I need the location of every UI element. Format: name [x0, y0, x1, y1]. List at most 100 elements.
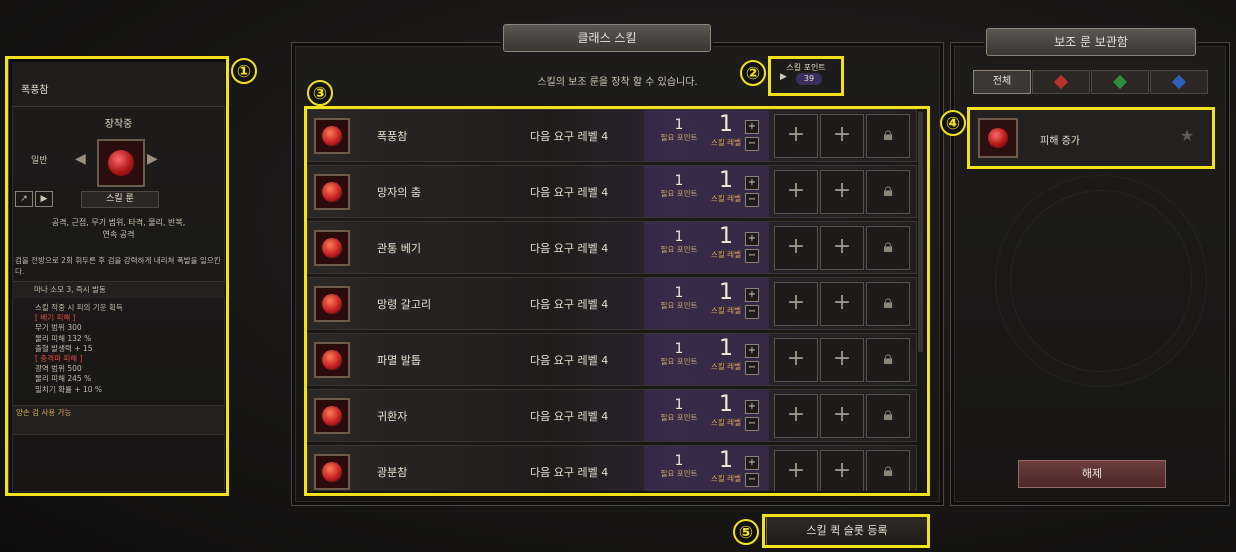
skill-detail-title: 폭풍참 — [21, 85, 49, 96]
required-points: 1 필요 포인트 — [654, 173, 704, 199]
level-plus-button[interactable]: + — [745, 344, 759, 358]
rune-label: 스킬 룬 — [81, 191, 159, 208]
level-plus-button[interactable]: + — [745, 400, 759, 414]
level-value: 1 — [719, 336, 733, 361]
points-label: 필요 포인트 — [660, 469, 698, 478]
rune-slot-add-button[interactable]: + — [774, 114, 818, 158]
stat-line: 스킬 적중 시 피의 기운 획득 — [35, 303, 123, 312]
skill-row[interactable]: 파멸 발톱 다음 요구 레벨 4 1 필요 포인트 1 스킬 레벨 + − + + … — [307, 333, 917, 386]
rune-slot-add-button[interactable]: + — [774, 394, 818, 438]
level-label: 스킬 레벨 — [711, 250, 741, 259]
rune-slot-add-button[interactable]: + — [820, 394, 864, 438]
rune-slot-add-button[interactable]: + — [820, 114, 864, 158]
quick-slot-register-button[interactable]: 스킬 퀵 슬롯 등록 — [766, 516, 928, 546]
skill-row[interactable]: 관통 베기 다음 요구 레벨 4 1 필요 포인트 1 스킬 레벨 + − + + … — [307, 221, 917, 274]
skill-points-value: 39 — [796, 73, 822, 85]
play-video-icon[interactable]: ▶ — [35, 191, 53, 207]
points-label: 필요 포인트 — [660, 133, 698, 142]
skill-description: 검을 전방으로 2회 휘두른 후 검을 강력하게 내리쳐 폭발을 일으킨다. — [15, 256, 221, 276]
skill-row[interactable]: 망령 갈고리 다음 요구 레벨 4 1 필요 포인트 1 스킬 레벨 + − + +… — [307, 277, 917, 330]
points-value: 1 — [674, 117, 684, 133]
level-label: 스킬 레벨 — [711, 418, 741, 427]
level-plus-button[interactable]: + — [745, 288, 759, 302]
lock-icon: 🔒︎ — [866, 226, 910, 270]
points-label: 필요 포인트 — [660, 301, 698, 310]
points-value: 1 — [674, 397, 684, 413]
skill-name: 광분참 — [377, 466, 408, 479]
rune-slot-add-button[interactable]: + — [774, 338, 818, 382]
stat-line: 출혈 발생력 + 15 — [35, 343, 93, 353]
level-minus-button[interactable]: − — [745, 249, 759, 263]
level-minus-button[interactable]: − — [745, 193, 759, 207]
level-plus-button[interactable]: + — [745, 456, 759, 470]
tab-all[interactable]: 전체 — [973, 70, 1031, 94]
prev-rune-arrow-icon[interactable]: ◀ — [75, 151, 86, 167]
rune-name: 피해 증가 — [1040, 136, 1080, 147]
skill-list-scrollbar[interactable] — [918, 112, 923, 352]
tab-blue-rune[interactable] — [1150, 70, 1208, 94]
level-minus-button[interactable]: − — [745, 473, 759, 487]
skill-level: 1 스킬 레벨 — [706, 448, 746, 484]
level-value: 1 — [719, 448, 733, 473]
red-rune-icon — [1053, 74, 1069, 90]
skill-requirement: 다음 요구 레벨 4 — [530, 186, 609, 199]
skill-icon[interactable] — [314, 174, 350, 210]
skill-icon[interactable] — [314, 286, 350, 322]
panel-subtitle: 스킬의 보조 룬을 장착 할 수 있습니다. — [537, 77, 698, 88]
skill-level: 1 스킬 레벨 — [706, 280, 746, 316]
skill-tags-line: 연속 공격 — [102, 230, 135, 239]
points-value: 1 — [674, 173, 684, 189]
skill-icon[interactable] — [314, 230, 350, 266]
rune-slot-add-button[interactable]: + — [774, 450, 818, 491]
share-icon[interactable]: ↗ — [15, 191, 33, 207]
play-icon: ▶ — [780, 72, 787, 82]
skill-icon[interactable] — [314, 342, 350, 378]
skill-level: 1 스킬 레벨 — [706, 336, 746, 372]
level-minus-button[interactable]: − — [745, 417, 759, 431]
level-minus-button[interactable]: − — [745, 305, 759, 319]
level-plus-button[interactable]: + — [745, 232, 759, 246]
decorative-circle — [1010, 190, 1192, 372]
level-minus-button[interactable]: − — [745, 137, 759, 151]
skill-rune-icon[interactable] — [97, 139, 145, 187]
skill-tags: 공격, 근접, 무기 범위, 타격, 물리, 반복, 연속 공격 — [23, 217, 214, 241]
skill-row[interactable]: 광분참 다음 요구 레벨 4 1 필요 포인트 1 스킬 레벨 + − + + 🔒︎ — [307, 445, 917, 491]
rune-slot-add-button[interactable]: + — [820, 450, 864, 491]
rune-list-item[interactable]: 피해 증가 ★ — [970, 110, 1212, 166]
level-plus-button[interactable]: + — [745, 176, 759, 190]
rune-slot-add-button[interactable]: + — [774, 282, 818, 326]
points-label: 필요 포인트 — [660, 413, 698, 422]
callout-5: ⑤ — [733, 519, 759, 545]
two-hand-note: 양손 검 사용 가능 — [12, 405, 225, 435]
skill-level: 1 스킬 레벨 — [706, 112, 746, 148]
skill-icon[interactable] — [314, 118, 350, 154]
required-points: 1 필요 포인트 — [654, 397, 704, 423]
points-value: 1 — [674, 285, 684, 301]
lock-icon: 🔒︎ — [866, 170, 910, 214]
rune-slot-add-button[interactable]: + — [820, 170, 864, 214]
rune-slot-add-button[interactable]: + — [820, 338, 864, 382]
rune-slot-add-button[interactable]: + — [774, 170, 818, 214]
skill-row[interactable]: 귀환자 다음 요구 레벨 4 1 필요 포인트 1 스킬 레벨 + − + + 🔒︎ — [307, 389, 917, 442]
rune-slot-add-button[interactable]: + — [774, 226, 818, 270]
skill-requirement: 다음 요구 레벨 4 — [530, 410, 609, 423]
rune-slot-add-button[interactable]: + — [820, 282, 864, 326]
rune-slot-add-button[interactable]: + — [820, 226, 864, 270]
stat-line: 광역 범위 500 — [35, 364, 82, 374]
tab-green-rune[interactable] — [1091, 70, 1149, 94]
star-icon[interactable]: ★ — [1180, 126, 1194, 145]
level-minus-button[interactable]: − — [745, 361, 759, 375]
release-button[interactable]: 해제 — [1018, 460, 1166, 488]
skill-name: 귀환자 — [377, 410, 408, 423]
skill-row[interactable]: 망자의 춤 다음 요구 레벨 4 1 필요 포인트 1 스킬 레벨 + − + + … — [307, 165, 917, 218]
next-rune-arrow-icon[interactable]: ▶ — [147, 151, 158, 167]
tab-red-rune[interactable] — [1032, 70, 1090, 94]
level-value: 1 — [719, 112, 733, 137]
skill-name: 폭풍참 — [377, 130, 408, 143]
skill-icon[interactable] — [314, 398, 350, 434]
skill-icon[interactable] — [314, 454, 350, 490]
level-plus-button[interactable]: + — [745, 120, 759, 134]
equip-status: 장착중 — [104, 119, 133, 130]
level-label: 스킬 레벨 — [711, 362, 741, 371]
skill-row[interactable]: 폭풍참 다음 요구 레벨 4 1 필요 포인트 1 스킬 레벨 + − + + 🔒︎ — [307, 109, 917, 162]
